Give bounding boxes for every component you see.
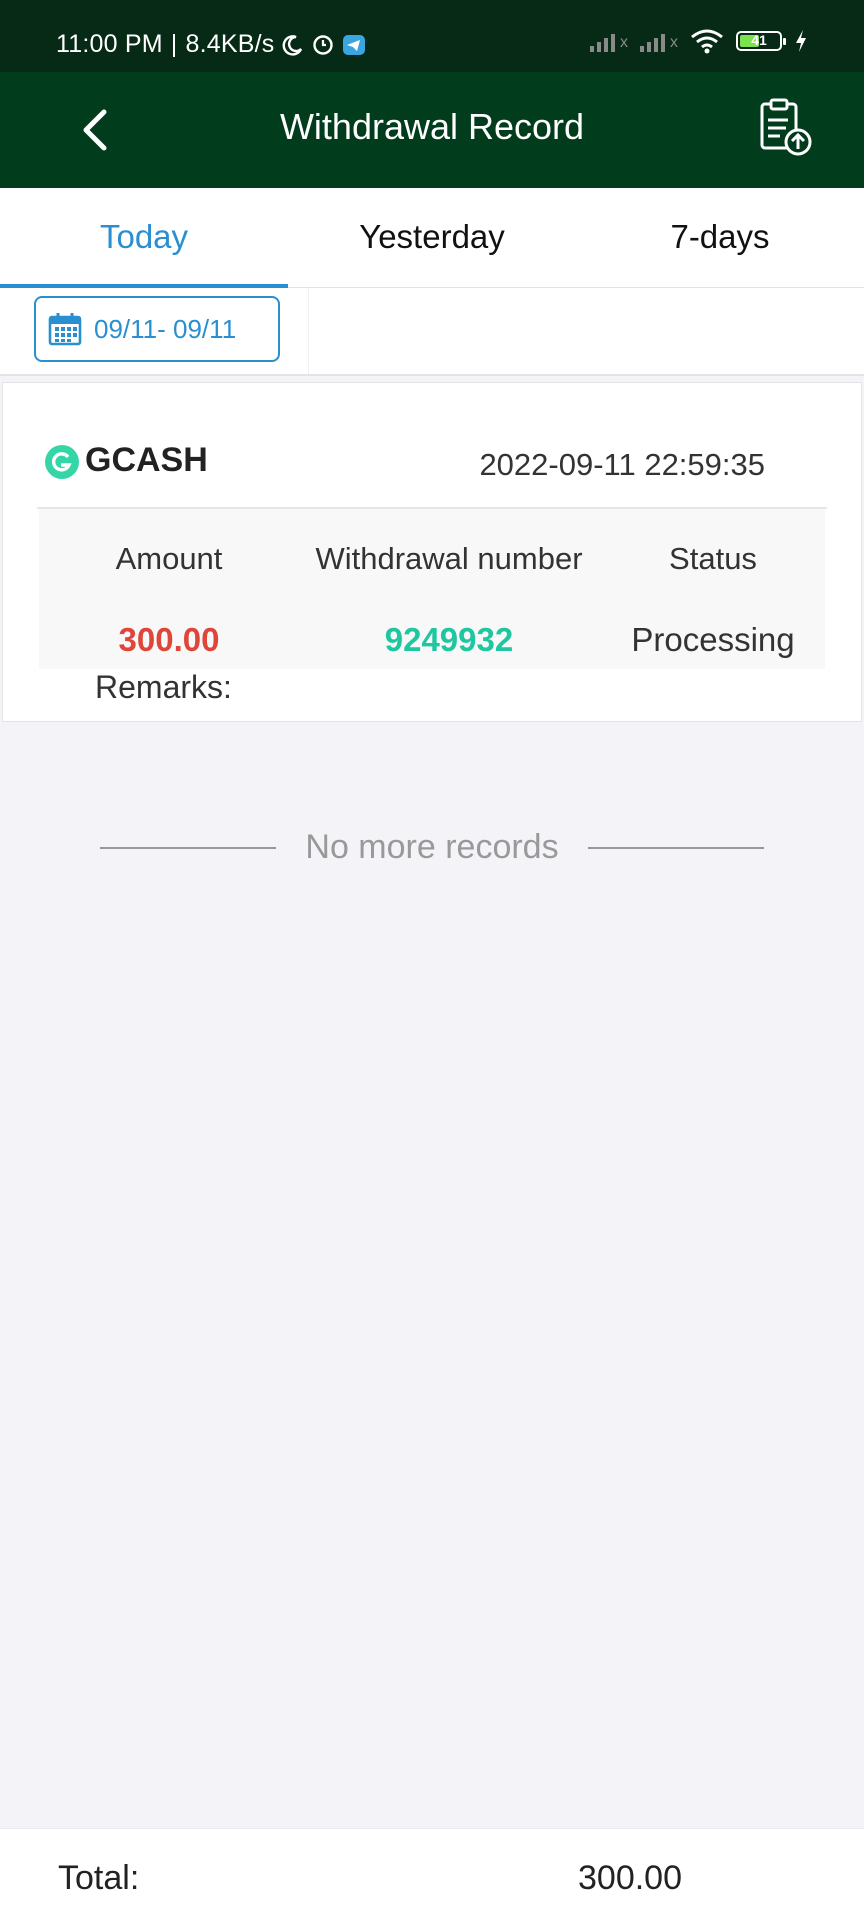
clock: 11:00 PM [56,30,163,58]
tab-today[interactable]: Today [0,188,288,288]
total-footer: Total: 300.00 [0,1828,864,1921]
withdrawal-number-header: Withdrawal number [315,541,583,576]
withdrawal-number-value: 9249932 [384,621,514,658]
total-value: 300.00 [578,1859,682,1897]
tab-7-days[interactable]: 7-days [576,188,864,287]
status-bar-right: x x 41 [590,28,808,54]
status-header: Status [669,541,757,576]
withdrawal-record-card[interactable]: GCASH 2022-09-11 22:59:35 Amount Withdra… [2,382,862,722]
battery-icon: 41 [736,31,786,51]
filter-divider [308,288,309,374]
status-value: Processing [631,621,795,658]
app-header: Withdrawal Record [0,72,864,188]
status-bar-left: 11:00 PM | 8.4KB/s [56,30,366,59]
page-title: Withdrawal Record [279,106,585,147]
calendar-icon [48,313,82,346]
record-datetime: 2022-09-11 22:59:35 [479,447,765,482]
status-separator: | [170,30,178,58]
date-range-text: 09/11- 09/11 [94,313,237,344]
withdrawal-upload-button[interactable] [756,96,816,160]
list-end-indicator: No more records [0,822,864,872]
amount-header: Amount [115,541,223,576]
signal-icon: x [640,30,678,52]
wifi-icon [691,29,723,54]
net-speed: 8.4KB/s [185,30,275,58]
payment-method: GCASH [85,441,208,479]
charging-icon [796,30,806,52]
date-filter-row: 09/11- 09/11 [0,288,864,376]
remarks-label: Remarks: [95,669,232,705]
record-details-table: Amount Withdrawal number Status 300.00 9… [39,509,825,669]
date-range-button[interactable]: 09/11- 09/11 [34,296,280,362]
tab-yesterday[interactable]: Yesterday [288,188,576,287]
total-label: Total: [58,1859,140,1897]
date-tabs: Today Yesterday 7-days [0,188,864,288]
alarm-icon [313,34,334,55]
amount-value: 300.00 [118,621,220,658]
battery-level: 41 [751,32,767,48]
telegram-icon [343,34,366,55]
moon-icon [282,34,303,56]
status-bar: 11:00 PM | 8.4KB/s x x 41 [0,0,864,72]
clipboard-upload-icon [760,98,812,156]
divider-line-right [588,847,764,849]
signal-icon: x [590,30,628,52]
record-header: GCASH 2022-09-11 22:59:35 [3,383,861,507]
gcash-logo-icon [45,445,79,479]
